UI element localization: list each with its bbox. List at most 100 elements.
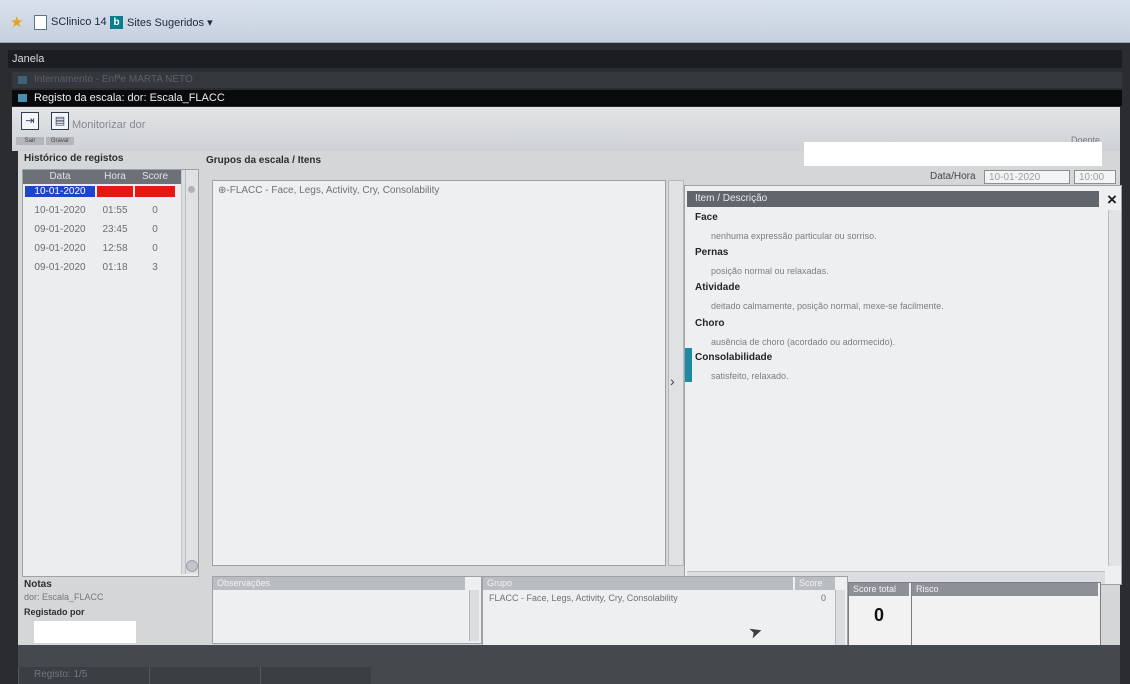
time-input[interactable]: 10:00	[1074, 170, 1116, 184]
cell-score: 0	[152, 205, 158, 216]
cell-score: 0	[152, 243, 158, 254]
exit-button[interactable]: ⇥ Sair	[16, 111, 44, 145]
item-choro-desc[interactable]: ausência de choro (acordado ou adormecid…	[711, 337, 895, 347]
risk-header: Risco	[912, 583, 1098, 596]
item-face-title[interactable]: Face	[695, 212, 718, 223]
score-total-value: 0	[873, 605, 884, 625]
col-header-score[interactable]: Score	[135, 171, 175, 182]
score-total-header: Score total	[849, 583, 909, 596]
table-row[interactable]: 09-01-2020 01:18 3	[23, 260, 181, 277]
item-consolabilidade-title[interactable]: Consolabilidade	[695, 352, 772, 363]
menu-janela[interactable]: Janela	[12, 53, 44, 65]
group-score-table: Grupo Score FLACC - Face, Legs, Activity…	[482, 576, 848, 650]
group-row-score[interactable]: 0	[821, 593, 826, 603]
cell-date: 09-01-2020	[34, 224, 86, 235]
save-button-label: Gravar	[46, 137, 74, 145]
app-root: ★ SClinico 14 b Sites Sugeridos ▾ Janela…	[0, 0, 1130, 684]
items-panel: Item / Descrição × Face nenhuma expressã…	[684, 185, 1122, 585]
history-scrollbar[interactable]	[185, 170, 198, 574]
exit-icon: ⇥	[21, 112, 39, 130]
items-header-label: Item / Descrição	[695, 193, 768, 204]
cell-time: 12:58	[102, 243, 128, 254]
cell-time: 01:18	[102, 262, 128, 273]
datetime-label: Data/Hora	[930, 171, 976, 182]
bookmark-sclinico[interactable]: SClinico 14	[34, 14, 107, 30]
menu-bar: Janela	[8, 50, 1122, 68]
bookmark-sites-label: Sites Sugeridos ▾	[127, 16, 213, 29]
cell-date: 10-01-2020	[25, 186, 95, 197]
close-icon[interactable]: ×	[1103, 191, 1121, 209]
risk-box: Risco	[911, 582, 1101, 646]
cell-time: 10:00	[97, 186, 133, 197]
groups-label: Grupos da escala / Itens	[206, 155, 322, 166]
history-table: Data Hora Score 10-01-2020 10:00 0 10-01…	[22, 169, 199, 577]
observations-box[interactable]: Observações	[212, 576, 482, 644]
cell-score: 3	[152, 262, 158, 273]
groups-tree: ⊕-FLACC - Face, Legs, Activity, Cry, Con…	[212, 180, 666, 566]
status-cell	[260, 667, 371, 684]
window-title-internamento[interactable]: Internamento - Enfªe MARTA NETO	[12, 72, 1122, 88]
bing-icon: b	[110, 15, 123, 29]
item-atividade-title[interactable]: Atividade	[695, 282, 740, 293]
item-face-desc[interactable]: nenhuma expressão particular ou sorriso.	[711, 231, 877, 241]
window-title-2-text: Registo da escala: dor: Escala_FLACC	[34, 92, 225, 104]
exit-button-label: Sair	[16, 137, 44, 145]
item-consolabilidade-desc[interactable]: satisfeito, relaxado.	[711, 371, 789, 381]
col-header-time[interactable]: Hora	[97, 171, 133, 182]
chevron-right-icon[interactable]: ›	[670, 373, 675, 389]
notes-label: Notas	[24, 579, 52, 590]
selection-marker	[685, 348, 692, 382]
save-button[interactable]: ▤ Gravar	[46, 111, 74, 145]
cell-score: 0	[135, 186, 175, 197]
cell-date: 09-01-2020	[34, 262, 86, 273]
item-pernas-title[interactable]: Pernas	[695, 247, 728, 258]
status-cell	[149, 667, 260, 684]
history-table-header: Data Hora Score	[23, 170, 181, 184]
score-column-header[interactable]: Score	[795, 577, 835, 590]
table-row[interactable]: 10-01-2020 10:00 0	[23, 184, 181, 201]
history-label: Histórico de registos	[24, 153, 124, 164]
cell-score: 0	[152, 224, 158, 235]
items-vertical-scrollbar[interactable]	[1108, 210, 1121, 566]
table-row[interactable]: 09-01-2020 23:45 0	[23, 222, 181, 239]
group-row-name[interactable]: FLACC - Face, Legs, Activity, Cry, Conso…	[489, 593, 678, 603]
cell-date: 10-01-2020	[34, 205, 86, 216]
group-column-header[interactable]: Grupo	[483, 577, 793, 590]
main-content: Histórico de registos Data Hora Score 10…	[18, 142, 1122, 650]
bookmark-sites-sugeridos[interactable]: b Sites Sugeridos ▾	[110, 14, 213, 30]
table-row[interactable]: 09-01-2020 12:58 0	[23, 241, 181, 258]
group-table-scrollbar[interactable]	[835, 590, 845, 647]
window-title-1-text: Internamento - Enfªe MARTA NETO	[34, 74, 193, 85]
cell-time: 01:55	[102, 205, 128, 216]
tree-item-flacc[interactable]: ⊕-FLACC - Face, Legs, Activity, Cry, Con…	[218, 185, 439, 196]
save-icon: ▤	[51, 112, 69, 130]
window-icon	[18, 94, 27, 102]
page-icon	[34, 14, 47, 30]
redacted-patient	[804, 142, 1102, 166]
cell-date: 09-01-2020	[34, 243, 86, 254]
scroll-up-icon[interactable]	[188, 186, 195, 193]
notes-value: dor: Escala_FLACC	[24, 592, 104, 602]
panel-splitter[interactable]: ›	[668, 180, 684, 566]
table-row[interactable]: 10-01-2020 01:55 0	[23, 203, 181, 220]
col-header-date[interactable]: Data	[25, 171, 95, 182]
item-pernas-desc[interactable]: posição normal ou relaxadas.	[711, 266, 829, 276]
item-atividade-desc[interactable]: deitado calmamente, posição normal, mexe…	[711, 301, 944, 311]
status-text: Registo: 1/5	[34, 669, 88, 680]
score-total-box: Score total 0	[848, 582, 912, 646]
bookmark-sclinico-label: SClinico 14	[51, 16, 107, 28]
browser-bookmarks-bar: ★ SClinico 14 b Sites Sugeridos ▾	[0, 0, 1130, 43]
cell-time: 23:45	[102, 224, 128, 235]
registered-by-label: Registado por	[24, 607, 85, 617]
scroll-down-icon[interactable]	[186, 560, 198, 572]
item-choro-title[interactable]: Choro	[695, 318, 724, 329]
window-icon	[18, 76, 27, 84]
status-bar: Registo: 1/5	[18, 645, 1120, 684]
favorites-star-icon[interactable]: ★	[10, 14, 23, 31]
items-header: Item / Descrição	[687, 191, 1099, 207]
toolbar-title: Monitorizar dor	[72, 119, 146, 131]
window-title-registo[interactable]: Registo da escala: dor: Escala_FLACC	[12, 90, 1122, 106]
observations-scrollbar[interactable]	[469, 590, 479, 641]
date-input[interactable]: 10-01-2020	[984, 170, 1070, 184]
redacted-user	[34, 621, 136, 643]
